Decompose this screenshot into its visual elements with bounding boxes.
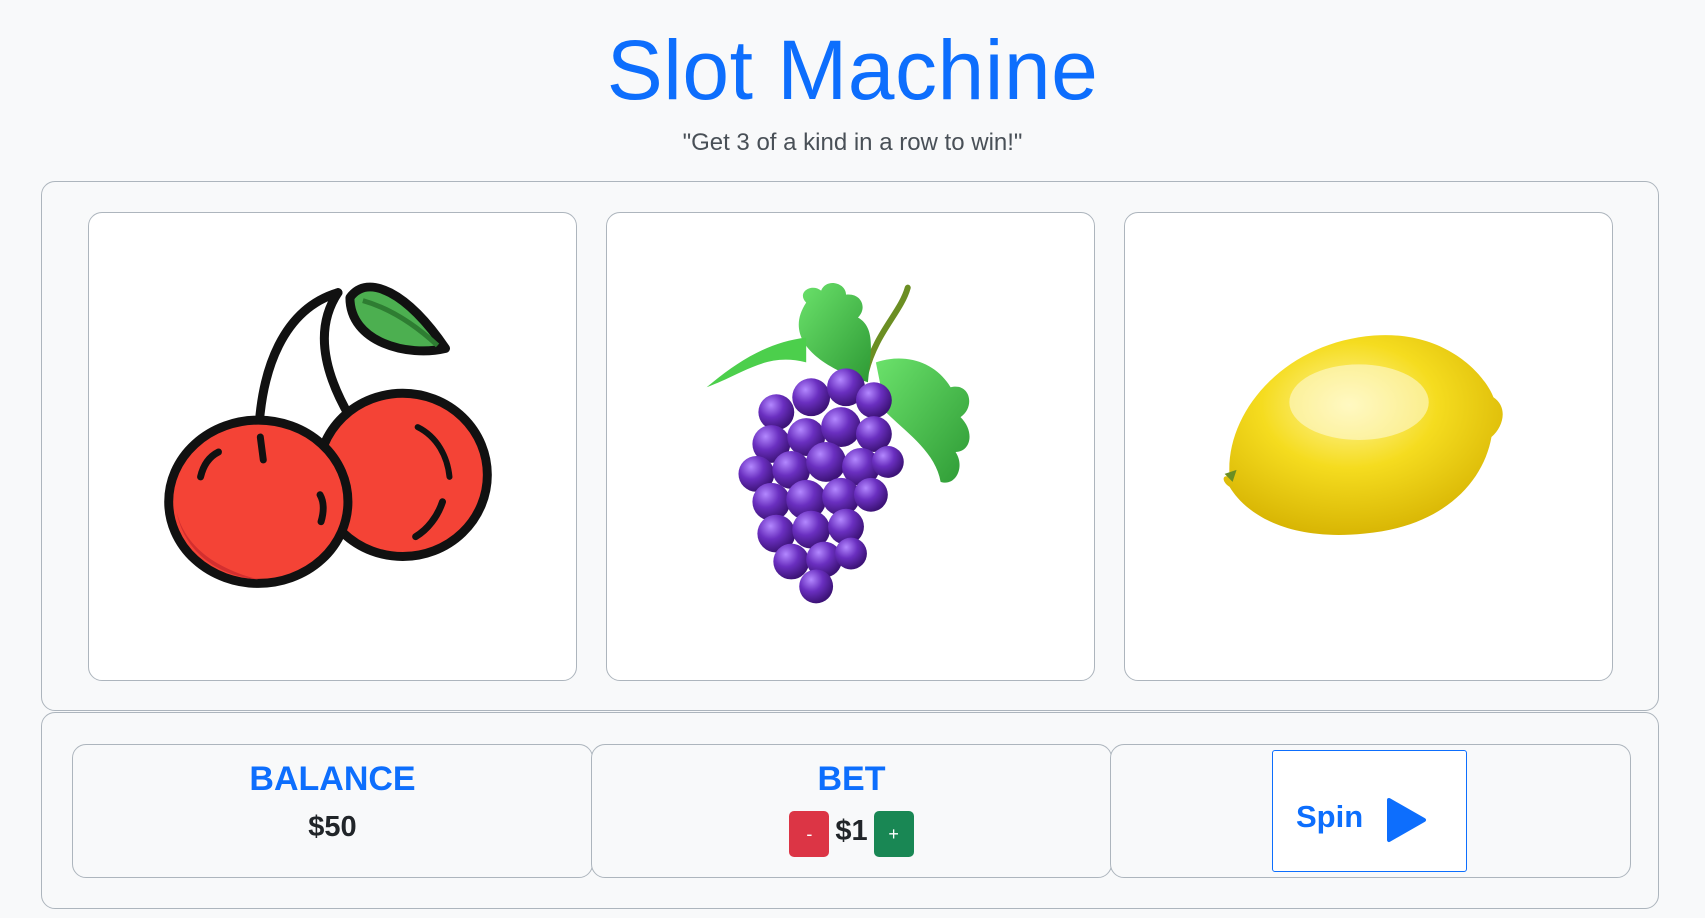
reel-3 — [1124, 212, 1613, 681]
grapes-icon — [706, 283, 970, 604]
bet-card: BET - $1 + — [591, 744, 1112, 878]
spin-label: Spin — [1296, 799, 1364, 834]
increase-bet-button[interactable]: + — [873, 811, 914, 857]
reel-1 — [88, 212, 577, 681]
decrease-bet-button[interactable]: - — [789, 811, 830, 857]
controls-panel: BALANCE $50 BET - $1 + Spin — [41, 712, 1659, 909]
reel-2 — [606, 212, 1095, 681]
play-icon — [1387, 798, 1426, 842]
spin-button[interactable]: Spin — [1272, 750, 1467, 872]
reels-panel — [41, 181, 1659, 711]
spin-card: Spin — [1110, 744, 1631, 878]
balance-card: BALANCE $50 — [72, 744, 593, 878]
balance-value: $50 — [308, 811, 357, 843]
balance-label: BALANCE — [249, 760, 416, 798]
cherries-icon — [164, 282, 492, 588]
lemon-icon — [1223, 335, 1503, 535]
page-subtitle: "Get 3 of a kind in a row to win!" — [682, 129, 1023, 156]
bet-value: $1 — [835, 815, 868, 847]
bet-controls: - $1 + — [592, 811, 1111, 857]
page-title: Slot Machine — [606, 23, 1099, 117]
bet-label: BET — [817, 760, 886, 798]
